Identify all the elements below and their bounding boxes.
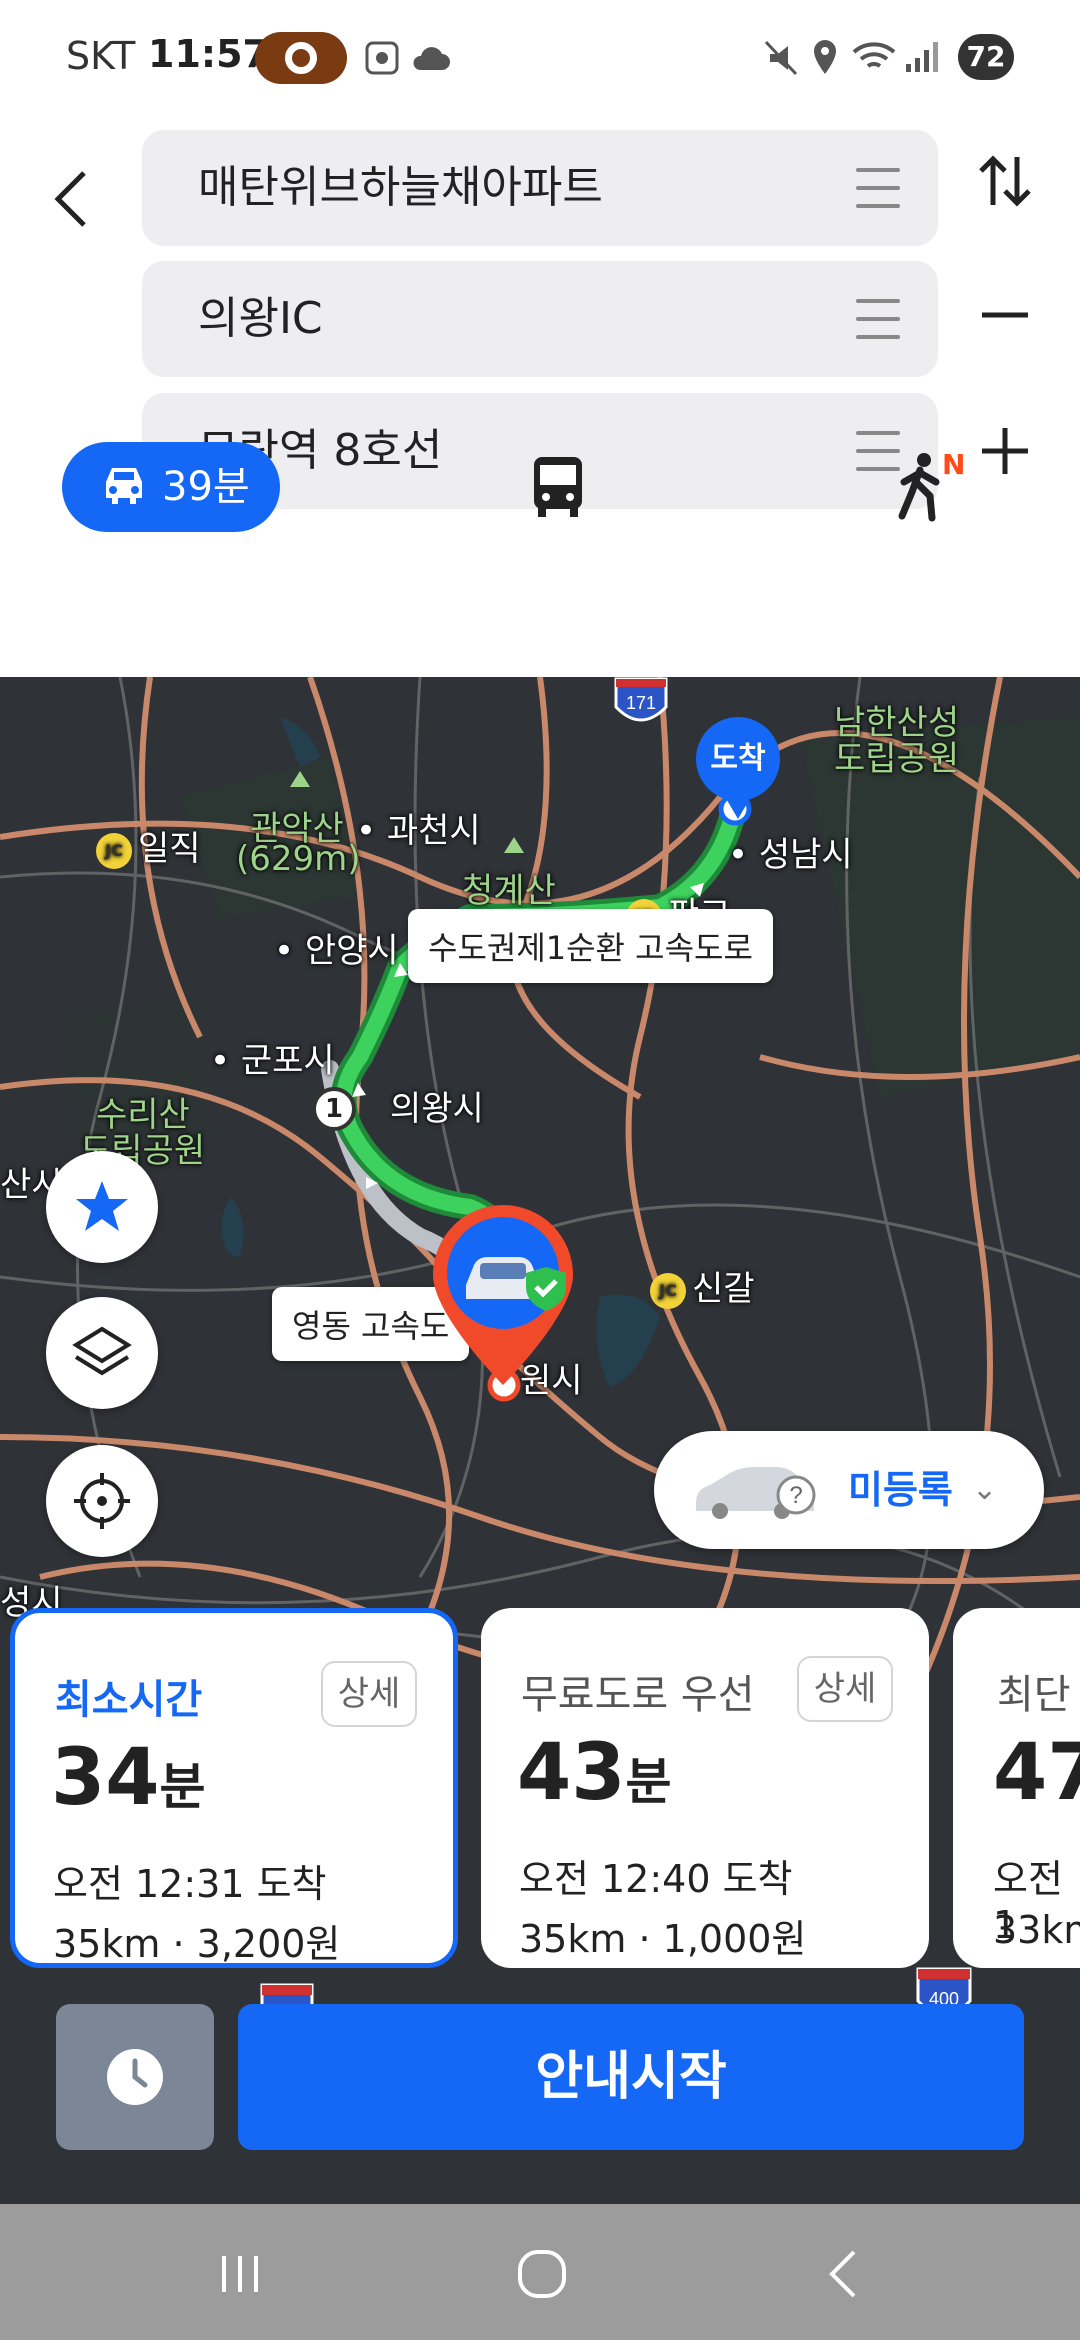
crosshair-icon <box>74 1473 130 1529</box>
route-distance-fee: 35km · 3,200원 <box>53 1922 341 1966</box>
vehicle-registration-label: 미등록 <box>848 1468 953 1512</box>
plus-icon <box>982 428 1028 474</box>
remove-waypoint-button[interactable] <box>970 285 1040 355</box>
road-shield-171: 171 <box>614 677 668 722</box>
destination-pin-label: 도착 <box>696 717 780 801</box>
route-detail-button[interactable]: 상세 <box>321 1661 417 1727</box>
recent-apps-icon[interactable] <box>210 2244 270 2304</box>
map-label-gwacheon: • 과천시 <box>356 811 481 851</box>
clock-icon <box>107 2049 163 2105</box>
map-label-uiwang: 의왕시 <box>390 1089 484 1129</box>
swap-route-button[interactable] <box>970 151 1040 221</box>
layers-icon <box>72 1326 132 1376</box>
carrier-label: SKT <box>66 34 136 78</box>
start-navigation-button[interactable]: 안내시작 <box>238 2004 1024 2150</box>
route-card-title: 최소시간 <box>55 1677 203 1723</box>
route-detail-button[interactable]: 상세 <box>797 1656 893 1722</box>
waypoint-field[interactable]: 의왕IC <box>142 261 938 377</box>
signal-icon <box>906 42 938 72</box>
car-unknown-icon: ? <box>696 1467 816 1519</box>
swap-vertical-icon <box>979 155 1031 207</box>
chevron-left-icon <box>54 171 86 227</box>
route-callout-ring-expressway[interactable]: 수도권제1순환 고속도로 <box>408 909 773 983</box>
car-icon <box>106 468 142 504</box>
recording-indicator-icon <box>255 32 347 84</box>
vehicle-registration-button[interactable]: ? 미등록 ⌄ <box>654 1431 1044 1549</box>
back-button[interactable] <box>50 155 110 235</box>
route-distance-fee: 35km · 1,000원 <box>519 1917 807 1961</box>
route-header: 매탄위브하늘채아파트 의왕IC 모란역 8호선 <box>0 115 1080 677</box>
status-bar: SKT 11:57 72 <box>0 0 1080 115</box>
home-icon[interactable] <box>512 2244 572 2304</box>
waypoint-marker[interactable]: 1 <box>312 1087 356 1131</box>
svg-text:?: ? <box>789 1482 802 1509</box>
waypoint-text: 의왕IC <box>198 293 323 344</box>
map-label-cheonggyesan: 청계산 <box>462 871 556 911</box>
svg-text:171: 171 <box>626 693 656 713</box>
map-view[interactable]: 171 17 400 JC일직 관악산 (629m) • 과천시 청계산 • 안… <box>0 677 1080 2204</box>
drag-handle-icon[interactable] <box>856 431 900 471</box>
my-location-button[interactable] <box>46 1445 158 1557</box>
walk-icon[interactable] <box>896 452 946 522</box>
add-waypoint-button[interactable] <box>970 421 1040 491</box>
route-card-free-road[interactable]: 무료도로 우선 상세 43분 오전 12:40 도착 35km · 1,000원 <box>481 1608 929 1968</box>
map-label-gwanaksan-alt: (629m) <box>236 839 361 879</box>
map-label-iljik: JC 일직 <box>96 821 201 870</box>
map-layers-button[interactable] <box>46 1297 158 1409</box>
back-nav-icon[interactable] <box>814 2244 874 2304</box>
chevron-down-icon: ⌄ <box>972 1472 998 1507</box>
cloud-icon <box>413 47 450 70</box>
favorites-button[interactable] <box>46 1151 158 1263</box>
drag-handle-icon[interactable] <box>856 168 900 208</box>
route-arrival-time: 오전 12:40 도착 <box>519 1857 793 1901</box>
battery-indicator: 72 <box>958 34 1014 80</box>
route-duration: 47 <box>993 1728 1080 1818</box>
minus-icon <box>982 312 1028 318</box>
depart-time-button[interactable] <box>56 2004 214 2150</box>
map-label-singal: JC 신갈 <box>650 1261 755 1310</box>
tab-car[interactable]: 39분 <box>62 442 280 532</box>
route-card-shortest[interactable]: 최단 47 오전 1 33km <box>953 1608 1080 1968</box>
wifi-icon <box>852 42 896 68</box>
route-distance-fee: 33km <box>993 1908 1080 1952</box>
bus-icon[interactable] <box>530 455 586 519</box>
route-arrival-time: 오전 12:31 도착 <box>53 1862 327 1906</box>
destination-pin[interactable]: 도착 <box>696 717 780 827</box>
route-card-title: 최단 <box>997 1672 1071 1718</box>
map-label-seongnam: • 성남시 <box>728 835 853 875</box>
route-duration: 43분 <box>517 1728 672 1818</box>
map-label-gunpo: • 군포시 <box>210 1041 335 1081</box>
screenshot-icon <box>365 41 399 75</box>
new-badge: N <box>942 448 966 481</box>
route-card-fastest[interactable]: 최소시간 상세 34분 오전 12:31 도착 35km · 3,200원 <box>10 1608 458 1968</box>
clock-time: 11:57 <box>148 32 269 76</box>
car-time-label: 39분 <box>162 464 250 510</box>
route-card-title: 무료도로 우선 <box>521 1672 755 1718</box>
map-label-anyang: • 안양시 <box>274 931 399 971</box>
system-nav-bar <box>0 2204 1080 2340</box>
star-icon <box>76 1181 128 1231</box>
origin-field[interactable]: 매탄위브하늘채아파트 <box>142 130 938 246</box>
origin-text: 매탄위브하늘채아파트 <box>198 162 603 213</box>
location-icon <box>814 40 836 74</box>
drag-handle-icon[interactable] <box>856 299 900 339</box>
route-duration: 34분 <box>51 1733 206 1823</box>
map-label-namhansanseong-park: 도립공원 <box>834 739 960 779</box>
origin-car-pin[interactable] <box>428 1201 578 1391</box>
mute-icon <box>764 40 798 76</box>
